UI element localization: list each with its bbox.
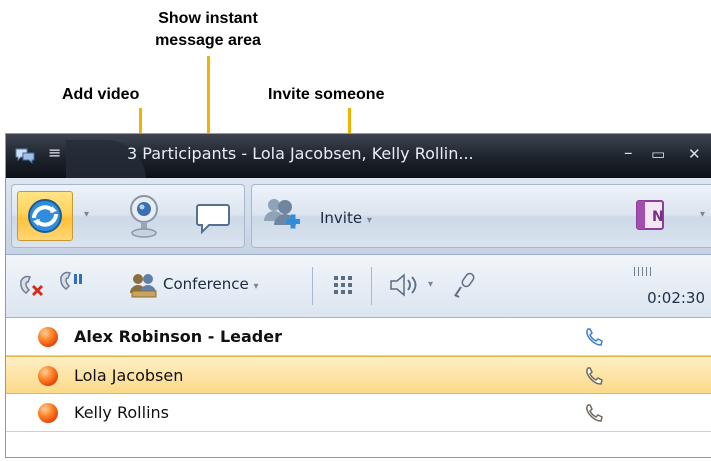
participant-name: Kelly Rollins <box>74 403 169 422</box>
invite-button[interactable]: Invite ▾ <box>320 209 372 227</box>
invite-button-group: Invite ▾ N ▾ <box>251 184 711 248</box>
minimize-button[interactable]: – <box>624 143 633 163</box>
microphone-icon[interactable] <box>452 271 478 299</box>
callout-add-video: Add video <box>62 86 140 103</box>
call-button[interactable] <box>17 191 73 241</box>
invite-label: Invite <box>320 209 363 227</box>
separator <box>371 267 372 305</box>
phone-icon <box>586 328 603 346</box>
presence-busy-icon <box>38 366 58 386</box>
call-controls-bar: Conference ▾ ▾ ||||| 0:02:30 <box>6 255 711 318</box>
onenote-dropdown-arrow[interactable]: ▾ <box>700 209 705 220</box>
add-people-icon[interactable] <box>262 195 302 235</box>
conference-dropdown-arrow[interactable]: ▾ <box>254 281 259 292</box>
end-call-icon[interactable] <box>18 273 46 299</box>
communicator-app-icon[interactable] <box>14 146 36 164</box>
call-dropdown-arrow[interactable]: ▾ <box>84 209 89 220</box>
speaker-dropdown-arrow[interactable]: ▾ <box>428 279 433 290</box>
callout-show-im-area: Show instant message area <box>155 10 261 49</box>
maximize-button[interactable]: ▭ <box>651 145 665 163</box>
participant-row[interactable]: Lola Jacobsen <box>6 356 711 394</box>
conference-icon[interactable] <box>128 271 160 299</box>
call-icon <box>28 199 62 233</box>
participant-list: Alex Robinson - Leader Lola Jacobsen Kel… <box>6 318 711 457</box>
speaker-icon[interactable] <box>388 273 422 297</box>
svg-text:N: N <box>652 209 664 225</box>
dialpad-icon[interactable] <box>332 274 354 296</box>
close-button[interactable]: ✕ <box>688 145 701 163</box>
onenote-icon[interactable]: N <box>635 199 665 231</box>
phone-icon <box>586 367 603 385</box>
speech-bubble-icon[interactable] <box>195 201 231 237</box>
window-title: 3 Participants - Lola Jacobsen, Kelly Ro… <box>127 144 474 163</box>
conversation-window: ≡ 3 Participants - Lola Jacobsen, Kelly … <box>5 133 711 458</box>
conversation-toolbar: ▾ Invite ▾ N ▾ <box>6 178 711 255</box>
participant-name: Alex Robinson - Leader <box>74 327 282 346</box>
hold-call-icon[interactable] <box>58 271 86 297</box>
participant-name: Lola Jacobsen <box>74 366 184 385</box>
presence-busy-icon <box>38 327 58 347</box>
presence-busy-icon <box>38 403 58 423</box>
conference-button[interactable]: Conference ▾ <box>163 275 259 293</box>
call-quality-indicator: ||||| <box>633 267 654 277</box>
phone-icon <box>586 404 603 422</box>
separator <box>312 267 313 305</box>
participant-row[interactable]: Kelly Rollins <box>6 394 711 432</box>
webcam-icon[interactable] <box>127 193 161 239</box>
participant-row[interactable]: Alex Robinson - Leader <box>6 318 711 356</box>
callout-invite-someone: Invite someone <box>268 86 385 103</box>
title-bar: ≡ 3 Participants - Lola Jacobsen, Kelly … <box>6 134 711 180</box>
conference-label: Conference <box>163 275 249 293</box>
call-timer: 0:02:30 <box>647 289 705 307</box>
invite-dropdown-arrow[interactable]: ▾ <box>367 215 372 226</box>
window-menu-icon[interactable]: ≡ <box>48 143 61 162</box>
media-button-group: ▾ <box>11 184 245 248</box>
